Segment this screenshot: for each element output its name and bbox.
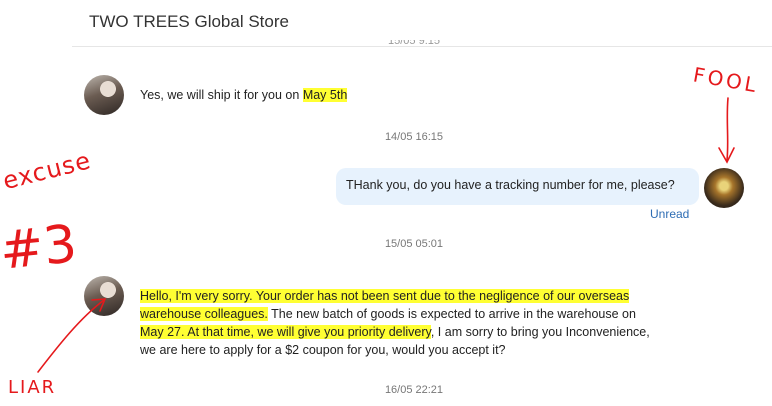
timestamp: 16/05 22:21	[384, 384, 444, 396]
highlighted-text: May 5th	[302, 88, 348, 102]
buyer-message-text: THank you, do you have a tracking number…	[346, 178, 675, 192]
highlighted-text: warehouse colleagues.	[140, 307, 268, 321]
highlighted-text: May 27. At that time, we will give you p…	[140, 325, 431, 339]
timestamp: 14/05 16:15	[384, 131, 444, 143]
annotation-fool: FOOL	[691, 62, 761, 98]
buyer-avatar	[704, 168, 744, 208]
seller-avatar	[84, 75, 124, 115]
annotation-excuse: excuse	[0, 146, 94, 196]
timestamp: 15/05 05:01	[384, 238, 444, 250]
timestamp: 15/05 9:15	[388, 40, 440, 47]
message-text: Yes, we will ship it for you on	[140, 88, 303, 102]
seller-avatar	[84, 276, 124, 316]
arrow-to-buyer	[726, 97, 729, 161]
store-title: TWO TREES Global Store	[89, 12, 289, 31]
annotation-number: #3	[0, 214, 80, 282]
message-line: The new batch of goods is expected to ar…	[267, 307, 636, 321]
arrow-to-buyer-head	[718, 147, 735, 164]
seller-message: Hello, I'm very sorry. Your order has no…	[140, 287, 700, 359]
message-line: , I am sorry to bring you Inconvenience,	[430, 325, 650, 339]
unread-status: Unread	[650, 207, 690, 221]
buyer-message-bubble: THank you, do you have a tracking number…	[336, 168, 699, 205]
seller-message: Yes, we will ship it for you on May 5th	[140, 86, 348, 104]
message-line: Hello, I'm very sorry. Your order has no…	[140, 289, 630, 303]
annotation-liar: LIAR	[8, 377, 57, 398]
message-line: we are here to apply for a $2 coupon for…	[140, 343, 506, 357]
